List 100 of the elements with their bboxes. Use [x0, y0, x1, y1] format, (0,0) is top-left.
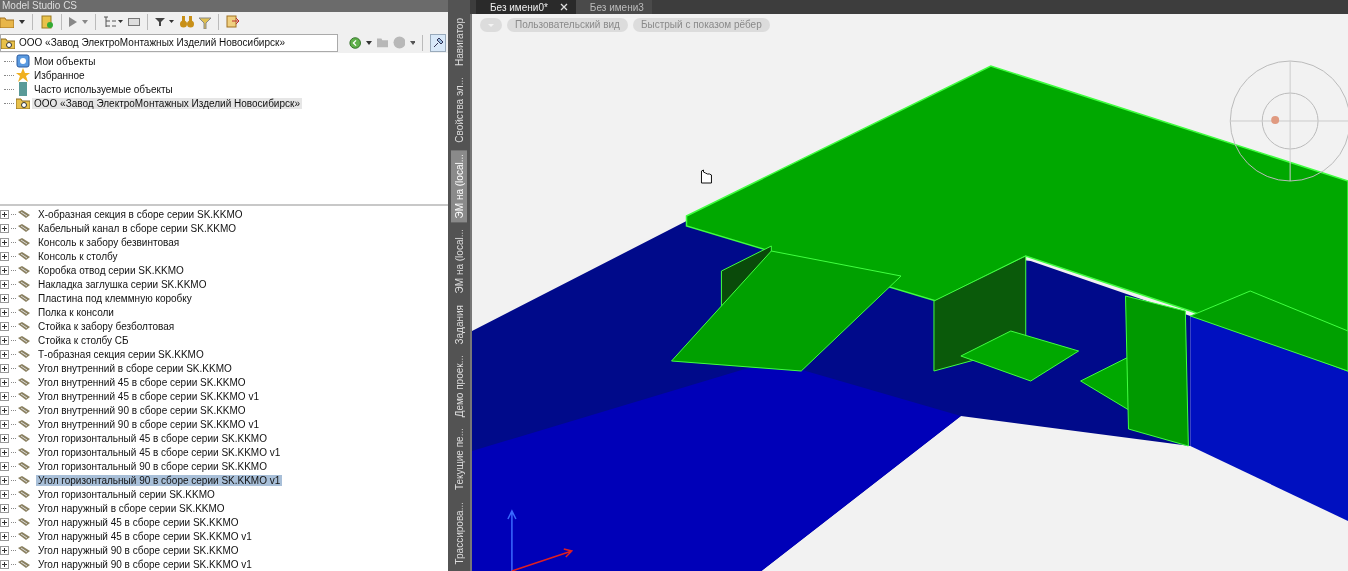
- folder-search-icon: [1, 36, 15, 49]
- list-item[interactable]: Угол наружный 90 в сборе серии SK.KKMO: [36, 544, 241, 556]
- component-icon: [18, 210, 30, 218]
- expand-icon[interactable]: [0, 405, 9, 415]
- list-item[interactable]: Т-образная секция серии SK.KKMO: [36, 348, 206, 360]
- expand-icon[interactable]: [0, 447, 9, 457]
- document-tab[interactable]: Без имени3: [575, 0, 652, 14]
- star-icon: [16, 68, 30, 83]
- list-item[interactable]: Накладка заглушка серии SK.KKMO: [36, 278, 209, 290]
- side-tab[interactable]: Свойства эл...: [451, 73, 467, 147]
- export-icon[interactable]: [226, 14, 240, 29]
- expand-icon[interactable]: [0, 377, 9, 387]
- side-tab[interactable]: ЭМ на (local...: [451, 225, 467, 298]
- tree-item[interactable]: Избранное: [32, 69, 87, 81]
- list-item[interactable]: Угол внутренний 45 в сборе серии SK.KKMO: [36, 376, 248, 388]
- list-item[interactable]: Угол внутренний 90 в сборе серии SK.KKMO: [36, 404, 248, 416]
- list-item[interactable]: Угол горизонтальный серии SK.KKMO: [36, 488, 217, 500]
- tree-view-icon[interactable]: [103, 15, 123, 28]
- component-icon: [18, 252, 30, 260]
- expand-icon[interactable]: [0, 489, 9, 499]
- close-icon[interactable]: [559, 3, 568, 11]
- expand-icon[interactable]: [0, 559, 9, 569]
- component-icon: [18, 406, 30, 414]
- list-item[interactable]: Угол горизонтальный 45 в сборе серии SK.KKMO v1: [36, 446, 283, 458]
- component-icon: [18, 280, 30, 288]
- list-item[interactable]: Угол наружный 90 в сборе серии SK.KKMO v1: [36, 558, 254, 570]
- expand-icon[interactable]: [0, 433, 9, 443]
- expand-icon[interactable]: [0, 237, 9, 247]
- side-tab[interactable]: Задания: [451, 300, 467, 349]
- folder-icon[interactable]: [0, 15, 14, 28]
- list-item[interactable]: Угол внутренний 90 в сборе серии SK.KKMO v1: [36, 418, 261, 430]
- list-item[interactable]: Пластина под клеммную коробку: [36, 292, 194, 304]
- expand-icon[interactable]: [0, 335, 9, 345]
- expand-icon[interactable]: [0, 279, 9, 289]
- expand-icon[interactable]: [0, 419, 9, 429]
- expand-icon[interactable]: [0, 531, 9, 541]
- pin-icon: [431, 36, 444, 49]
- expand-icon[interactable]: [0, 209, 9, 219]
- component-icon: [18, 532, 30, 540]
- list-item[interactable]: Угол внутренний 45 в сборе серии SK.KKMO v1: [36, 390, 261, 402]
- funnel-icon[interactable]: [199, 14, 211, 29]
- expand-icon[interactable]: [0, 223, 9, 233]
- list-item[interactable]: Полка к консоли: [36, 306, 116, 318]
- list-item[interactable]: Угол наружный в сборе серии SK.KKMO: [36, 502, 227, 514]
- list-item[interactable]: Консоль к забору безвинтовая: [36, 236, 182, 248]
- tree-item[interactable]: Мои объекты: [32, 55, 98, 67]
- expand-icon[interactable]: [0, 265, 9, 275]
- list-item[interactable]: Консоль к столбу: [36, 250, 120, 262]
- component-icon: [18, 490, 30, 498]
- axis-indicator-drawing: [507, 509, 574, 571]
- side-tab[interactable]: Навигатор: [451, 14, 467, 71]
- list-item[interactable]: Угол внутренний в сборе серии SK.KKMO: [36, 362, 234, 374]
- component-icon: [18, 420, 30, 428]
- component-icon: [18, 434, 30, 442]
- expand-icon[interactable]: [0, 517, 9, 527]
- document-icon[interactable]: [40, 14, 54, 29]
- side-tab[interactable]: Трассирова...: [451, 497, 467, 568]
- expand-icon[interactable]: [0, 321, 9, 331]
- expand-icon[interactable]: [0, 461, 9, 471]
- component-icon: [18, 378, 30, 386]
- list-item[interactable]: Коробка отвод серии SK.KKMO: [36, 264, 186, 276]
- tree-item[interactable]: ООО «Завод ЭлектроМонтажных Изделий Новосибирск»: [32, 97, 302, 109]
- document-tab[interactable]: Без имени0*: [476, 0, 576, 14]
- expand-icon[interactable]: [0, 251, 9, 261]
- component-icon: [18, 294, 30, 302]
- window-title: Model Studio CS: [1, 0, 78, 12]
- list-item[interactable]: Стойка к забору безболтовая: [36, 320, 177, 332]
- list-item[interactable]: Угол наружный 45 в сборе серии SK.KKMO v1: [36, 530, 254, 542]
- list-item[interactable]: Х-образная секция в сборе серии SK.KKMO: [36, 208, 245, 220]
- expand-icon[interactable]: [0, 307, 9, 317]
- side-tab[interactable]: Текущие пе...: [451, 424, 467, 495]
- caret-icon[interactable]: [366, 40, 372, 45]
- list-item[interactable]: Угол наружный 45 в сборе серии SK.KKMO: [36, 516, 241, 528]
- caret-icon[interactable]: [409, 40, 415, 45]
- tree-item[interactable]: Часто используемые объекты: [32, 83, 175, 95]
- expand-icon[interactable]: [0, 503, 9, 513]
- caret-icon[interactable]: [19, 19, 25, 24]
- expand-icon[interactable]: [0, 349, 9, 359]
- component-icon: [18, 322, 30, 330]
- expand-icon[interactable]: [0, 545, 9, 555]
- component-icon: [18, 224, 30, 232]
- expand-icon[interactable]: [0, 475, 9, 485]
- expand-icon[interactable]: [0, 293, 9, 303]
- folder-search-icon: [16, 97, 30, 110]
- side-tab[interactable]: Демо проек...: [451, 351, 467, 422]
- expand-icon[interactable]: [0, 391, 9, 401]
- play-icon[interactable]: [69, 16, 77, 27]
- filter-icon[interactable]: [155, 16, 175, 27]
- list-item[interactable]: Угол горизонтальный 90 в сборе серии SK.KKMO: [36, 460, 269, 472]
- component-icon: [18, 266, 30, 274]
- pin-button[interactable]: [429, 33, 446, 52]
- component-icon: [18, 560, 30, 568]
- list-item[interactable]: Кабельный канал в сборе серии SK.KKMO: [36, 222, 239, 234]
- keyboard-icon[interactable]: [128, 17, 140, 26]
- list-item[interactable]: Угол горизонтальный 45 в сборе серии SK.KKMO: [36, 432, 269, 444]
- back-icon[interactable]: [349, 35, 362, 50]
- list-item[interactable]: Стойка к столбу СБ: [36, 334, 131, 346]
- address-field[interactable]: ООО «Завод ЭлектроМонтажных Изделий Новосибирск»: [0, 33, 338, 52]
- list-item[interactable]: Угол горизонтальный 90 в сборе серии SK.KKMO v1: [36, 474, 283, 486]
- expand-icon[interactable]: [0, 363, 9, 373]
